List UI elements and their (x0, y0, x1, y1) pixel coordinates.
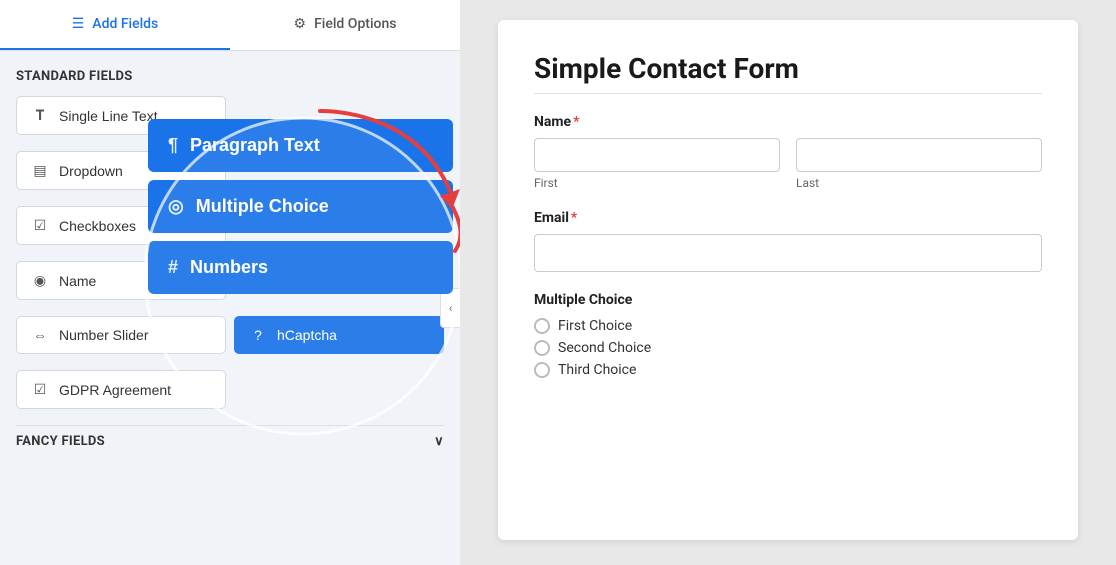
first-name-input[interactable] (534, 138, 780, 172)
form-preview: Simple Contact Form Name* First Last Em (498, 20, 1078, 540)
add-fields-icon: ☰ (72, 16, 85, 32)
name-icon: ◉ (31, 272, 49, 289)
single-line-icon: 𝐓 (31, 107, 49, 124)
paragraph-icon: ¶ (168, 135, 178, 156)
field-options-icon: ⚙ (294, 16, 307, 32)
dropdown-label: Dropdown (59, 163, 123, 179)
multiple-choice-icon: ◎ (168, 196, 184, 217)
email-form-field: Email* (534, 210, 1042, 272)
standard-fields-title: Standard Fields (16, 69, 444, 84)
name-fields-container: First Last (534, 138, 1042, 190)
collapse-icon: ‹ (449, 301, 453, 315)
single-line-label: Single Line Text (59, 108, 158, 124)
choice-3-label: Third Choice (558, 362, 636, 378)
hcaptcha-label: hCaptcha (277, 327, 337, 343)
fancy-fields-title: Fancy Fields (16, 434, 105, 449)
multiple-choice-form-field: Multiple Choice First Choice Second Choi… (534, 292, 1042, 378)
choice-2: Second Choice (534, 340, 1042, 356)
radio-3[interactable] (534, 362, 550, 378)
dropdown-icon: ▤ (31, 162, 49, 179)
tab-add-fields[interactable]: ☰ Add Fields (0, 0, 230, 50)
choice-2-label: Second Choice (558, 340, 651, 356)
form-title: Simple Contact Form (534, 52, 1042, 85)
last-name-container: Last (796, 138, 1042, 190)
email-field-label: Email* (534, 210, 1042, 226)
name-required-star: * (573, 114, 579, 130)
numbers-label: Numbers (190, 257, 268, 278)
multiple-choice-field-label: Multiple Choice (534, 292, 1042, 308)
numbers-icon: # (168, 257, 178, 278)
number-slider-button[interactable]: ⇔ Number Slider (16, 316, 226, 354)
right-panel: Simple Contact Form Name* First Last Em (460, 0, 1116, 565)
gdpr-label: GDPR Agreement (59, 382, 171, 398)
gdpr-button[interactable]: ☑ GDPR Agreement (16, 370, 226, 409)
fancy-fields-section: Fancy Fields ∨ (16, 425, 444, 457)
hcaptcha-button[interactable]: ? hCaptcha (234, 316, 444, 354)
paragraph-text-label: Paragraph Text (190, 135, 320, 156)
numbers-button[interactable]: # Numbers (148, 241, 453, 294)
highlight-panel: ¶ Paragraph Text ◎ Multiple Choice # Num… (148, 119, 453, 302)
tab-field-options[interactable]: ⚙ Field Options (230, 0, 460, 50)
field-options-tab-label: Field Options (314, 16, 396, 32)
add-fields-tab-label: Add Fields (92, 16, 158, 32)
multiple-choice-label: Multiple Choice (196, 196, 329, 217)
choice-1-label: First Choice (558, 318, 632, 334)
last-sublabel: Last (796, 176, 1042, 190)
tabs-bar: ☰ Add Fields ⚙ Field Options (0, 0, 460, 51)
name-field-label: Name* (534, 114, 1042, 130)
first-sublabel: First (534, 176, 780, 190)
paragraph-text-button[interactable]: ¶ Paragraph Text (148, 119, 453, 172)
left-panel-content: Standard Fields 𝐓 Single Line Text ▤ Dro… (0, 51, 460, 565)
hcaptcha-icon: ? (249, 327, 267, 343)
radio-2[interactable] (534, 340, 550, 356)
checkboxes-icon: ☑ (31, 217, 49, 234)
choice-3: Third Choice (534, 362, 1042, 378)
number-slider-icon: ⇔ (31, 327, 49, 343)
fancy-fields-chevron: ∨ (434, 434, 444, 449)
left-panel: ☰ Add Fields ⚙ Field Options Standard Fi… (0, 0, 460, 565)
name-form-field: Name* First Last (534, 114, 1042, 190)
multiple-choice-button[interactable]: ◎ Multiple Choice (148, 180, 453, 233)
first-name-container: First (534, 138, 780, 190)
radio-1[interactable] (534, 318, 550, 334)
checkboxes-label: Checkboxes (59, 218, 136, 234)
email-required-star: * (571, 210, 577, 226)
form-divider (534, 93, 1042, 94)
name-label: Name (59, 273, 96, 289)
choice-1: First Choice (534, 318, 1042, 334)
email-input[interactable] (534, 234, 1042, 272)
gdpr-icon: ☑ (31, 381, 49, 398)
fancy-fields-toggle[interactable]: Fancy Fields ∨ (16, 425, 444, 457)
number-slider-label: Number Slider (59, 327, 148, 343)
last-name-input[interactable] (796, 138, 1042, 172)
